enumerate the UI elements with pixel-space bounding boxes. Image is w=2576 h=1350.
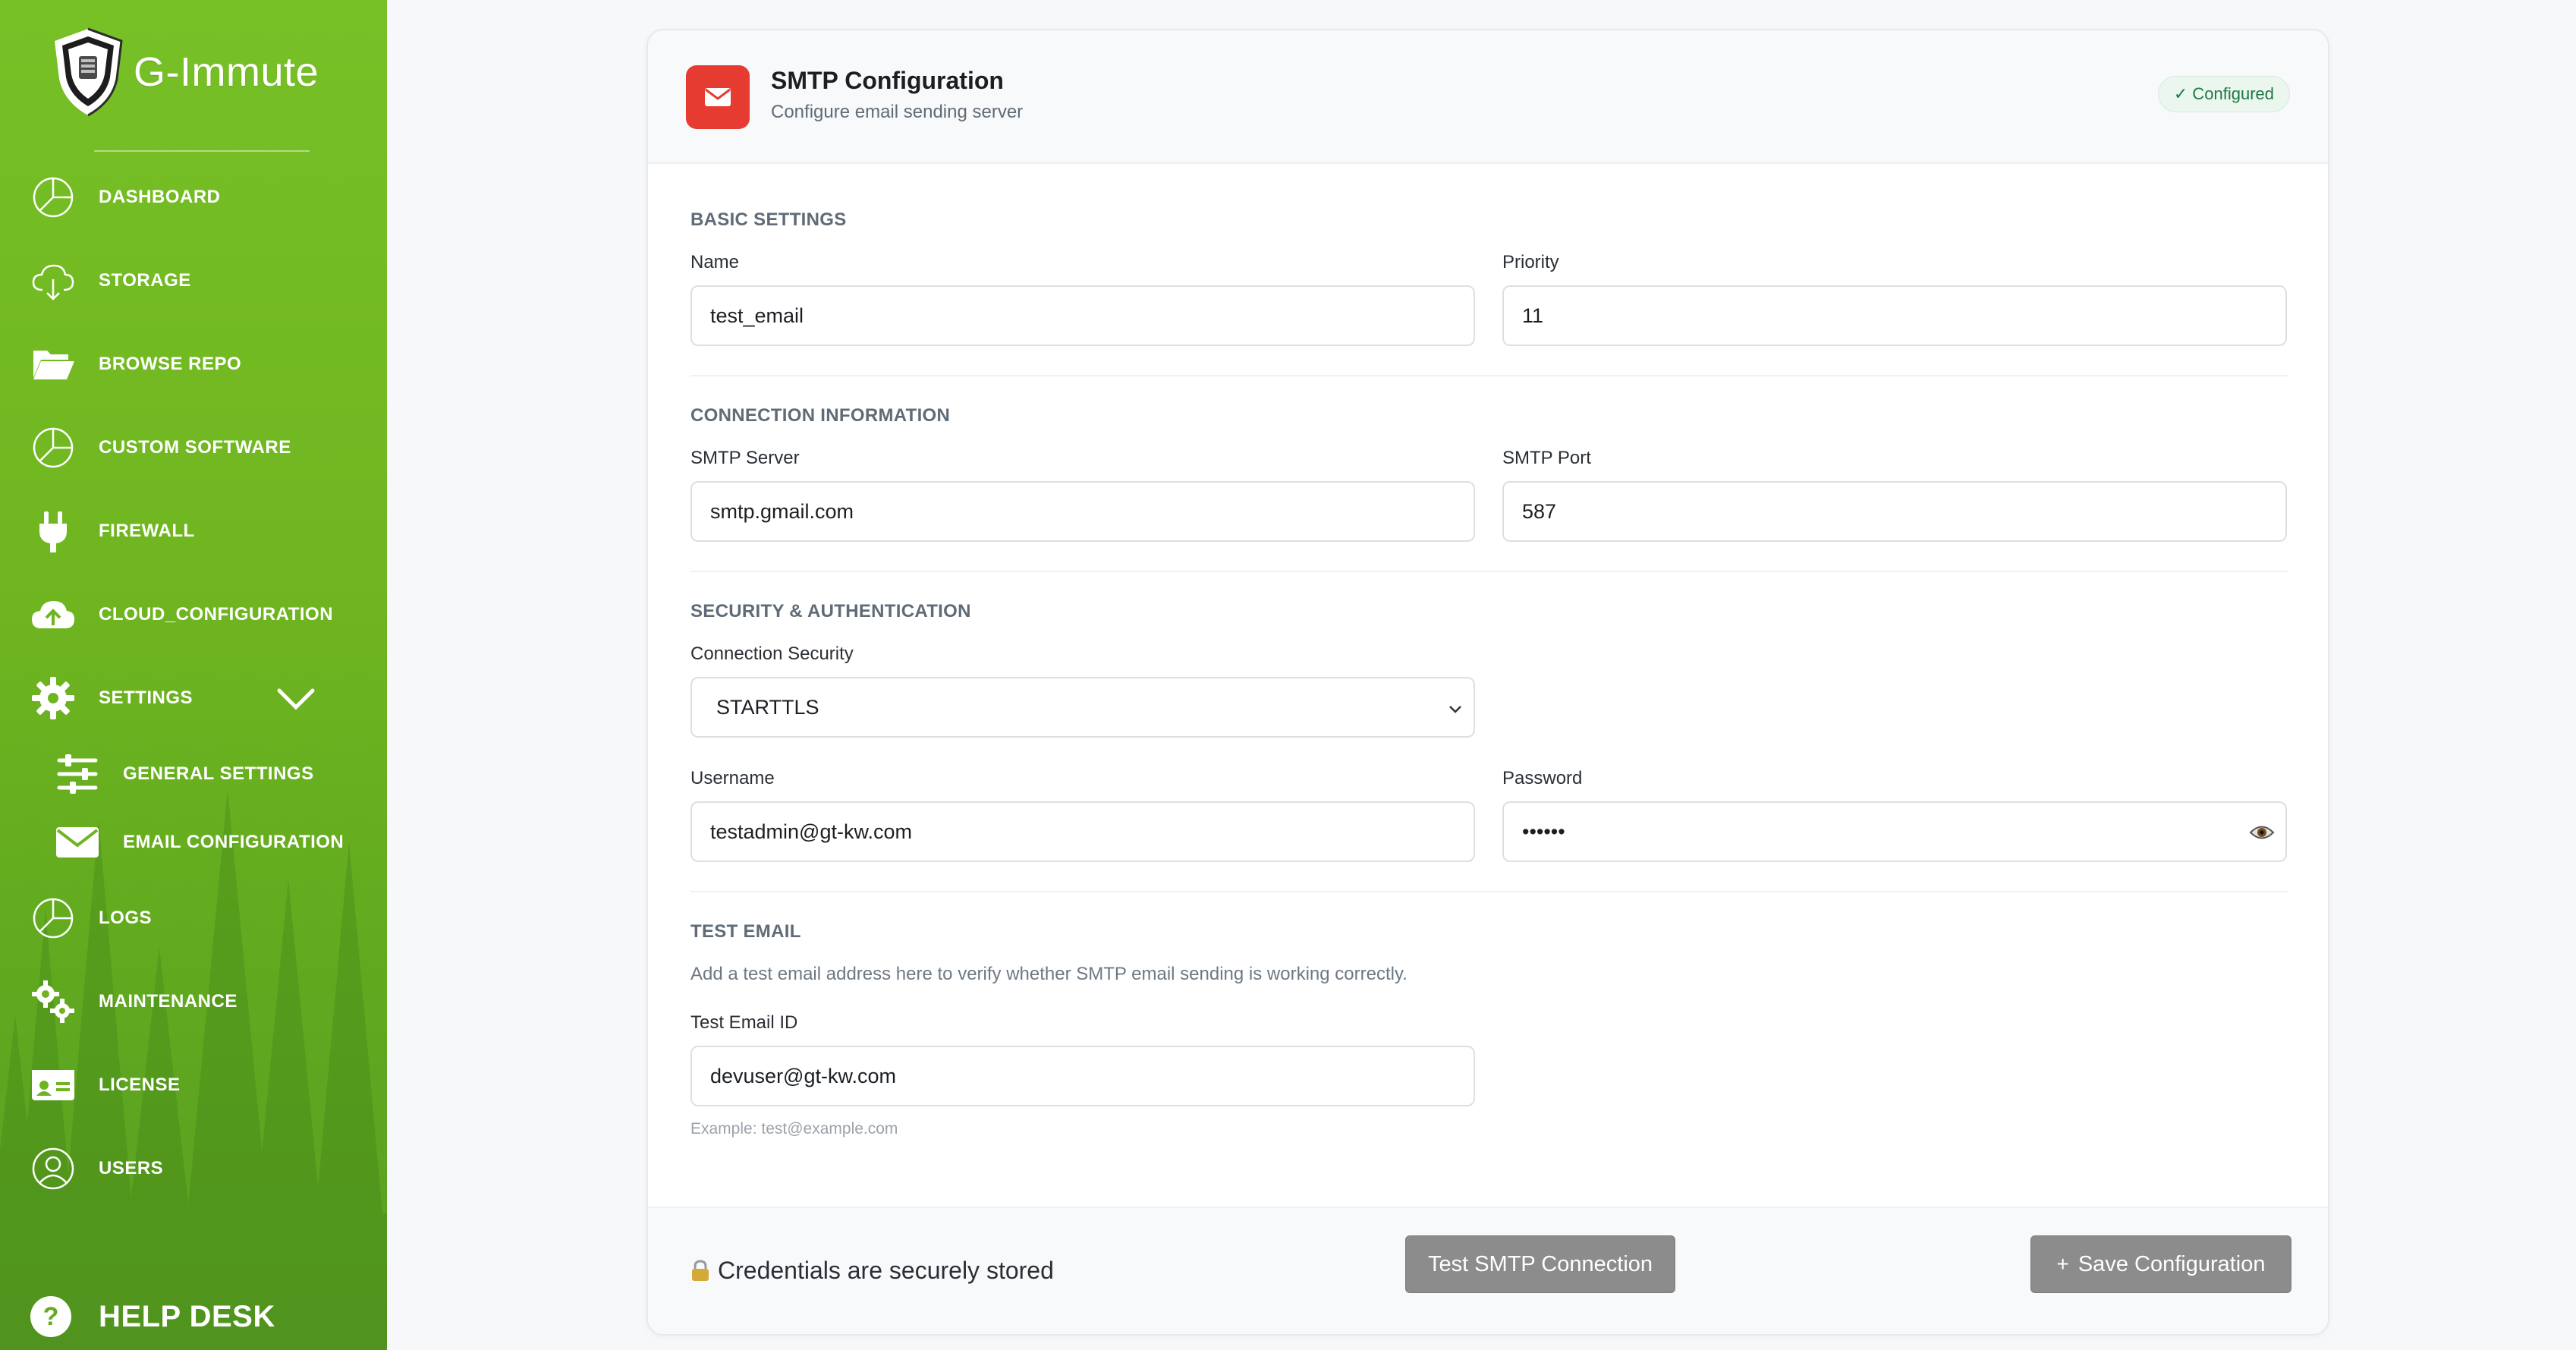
card-footer: Credentials are securely stored Test SMT… [648,1207,2328,1334]
brand-name: G-Immute [134,49,319,95]
section-title-connection-information: CONNECTION INFORMATION [690,405,951,426]
username-label: Username [690,768,775,788]
sidebar-item-label: CUSTOM SOFTWARE [99,437,291,458]
sidebar-item-label: MAINTENANCE [99,991,237,1012]
connection-security-label: Connection Security [690,644,854,664]
section-title-test-email: TEST EMAIL [690,921,801,942]
mail-icon [686,65,750,129]
envelope-icon [53,818,102,867]
test-email-input[interactable]: devuser@gt-kw.com [690,1046,1475,1106]
sliders-icon [53,750,102,798]
sidebar-item-cloud-configuration[interactable]: CLOUD_CONFIGURATION [0,584,387,645]
sidebar-item-custom-software[interactable]: CUSTOM SOFTWARE [0,417,387,478]
save-configuration-label: Save Configuration [2077,1251,2266,1276]
section-title-security-authentication: SECURITY & AUTHENTICATION [690,601,971,622]
sidebar-item-label: LICENSE [99,1075,181,1095]
help-desk-link[interactable]: ? HELP DESK [30,1296,275,1337]
sidebar-item-settings[interactable]: SETTINGS [0,668,387,728]
secure-note: Credentials are securely stored [690,1257,1054,1285]
pie-chart-icon [29,173,77,222]
status-badge: ✓ Configured [2157,76,2290,112]
smtp-port-input[interactable]: 587 [1502,481,2287,542]
sidebar-subitem-label: GENERAL SETTINGS [123,763,314,784]
sidebar-item-label: STORAGE [99,270,191,291]
card-header: SMTP Configuration Configure email sendi… [648,30,2328,164]
sidebar-item-logs[interactable]: LOGS [0,888,387,949]
cloud-upload-icon [29,590,77,639]
sidebar-item-browse-repo[interactable]: BROWSE REPO [0,334,387,395]
section-divider [690,375,2288,376]
sidebar-item-label: LOGS [99,908,153,928]
priority-label: Priority [1502,252,1559,272]
save-configuration-button[interactable]: + Save Configuration [2030,1235,2291,1293]
sidebar-item-label: FIREWALL [99,521,195,541]
brand-logo[interactable]: G-Immute [47,26,319,118]
logo-divider [94,150,310,152]
sidebar-subitem-label: EMAIL CONFIGURATION [123,832,344,852]
gears-icon [29,977,77,1026]
password-input[interactable]: •••••• [1502,801,2287,862]
test-smtp-connection-button[interactable]: Test SMTP Connection [1405,1235,1675,1293]
test-email-hint: Example: test@example.com [690,1120,898,1138]
shield-logo-icon [55,27,123,117]
name-input[interactable]: test_email [690,285,1475,346]
sidebar-subitem-general-settings[interactable]: GENERAL SETTINGS [0,744,387,804]
sidebar-item-label: BROWSE REPO [99,354,242,374]
sidebar-subitem-email-configuration[interactable]: EMAIL CONFIGURATION [0,812,387,873]
sidebar-item-maintenance[interactable]: MAINTENANCE [0,971,387,1032]
pie-chart-icon [29,894,77,942]
folder-open-icon [29,340,77,389]
section-divider [690,571,2288,572]
pie-chart-icon [29,423,77,472]
sidebar: G-Immute DASHBOARD STORAGE BROWSE REPO C… [0,0,387,1350]
secure-note-text: Credentials are securely stored [718,1257,1054,1284]
page-title: SMTP Configuration [771,67,1004,94]
sidebar-item-label: SETTINGS [99,688,193,708]
page-subtitle: Configure email sending server [771,102,1024,122]
sidebar-item-dashboard[interactable]: DASHBOARD [0,167,387,228]
plus-icon: + [2056,1252,2069,1276]
smtp-configuration-card: SMTP Configuration Configure email sendi… [646,29,2329,1336]
username-input[interactable]: testadmin@gt-kw.com [690,801,1475,862]
section-divider [690,891,2288,892]
password-label: Password [1502,768,1583,788]
name-label: Name [690,252,740,272]
help-desk-label: HELP DESK [99,1299,275,1333]
sidebar-item-users[interactable]: USERS [0,1138,387,1199]
priority-input[interactable]: 11 [1502,285,2287,346]
test-email-label: Test Email ID [690,1012,798,1033]
sidebar-item-license[interactable]: LICENSE [0,1055,387,1116]
sidebar-item-label: DASHBOARD [99,187,221,207]
sidebar-item-label: USERS [99,1158,164,1178]
section-title-basic-settings: BASIC SETTINGS [690,209,847,230]
password-value: •••••• [1522,820,1565,843]
gear-icon [29,674,77,722]
user-circle-icon [29,1144,77,1193]
plug-icon [29,507,77,555]
lock-icon [692,1259,709,1281]
show-password-eye-icon[interactable] [2249,821,2275,844]
sidebar-item-firewall[interactable]: FIREWALL [0,501,387,562]
id-card-icon [29,1061,77,1109]
question-icon: ? [30,1296,71,1337]
sidebar-item-storage[interactable]: STORAGE [0,250,387,311]
test-email-description: Add a test email address here to verify … [690,964,1408,984]
smtp-server-input[interactable]: smtp.gmail.com [690,481,1475,542]
sidebar-item-label: CLOUD_CONFIGURATION [99,604,334,625]
cloud-download-icon [29,256,77,305]
smtp-port-label: SMTP Port [1502,448,1591,468]
connection-security-select[interactable]: STARTTLS [690,677,1475,738]
chevron-down-icon[interactable] [275,683,317,713]
connection-security-value: STARTTLS [716,695,819,719]
smtp-server-label: SMTP Server [690,448,800,468]
chevron-down-icon [1449,706,1461,713]
